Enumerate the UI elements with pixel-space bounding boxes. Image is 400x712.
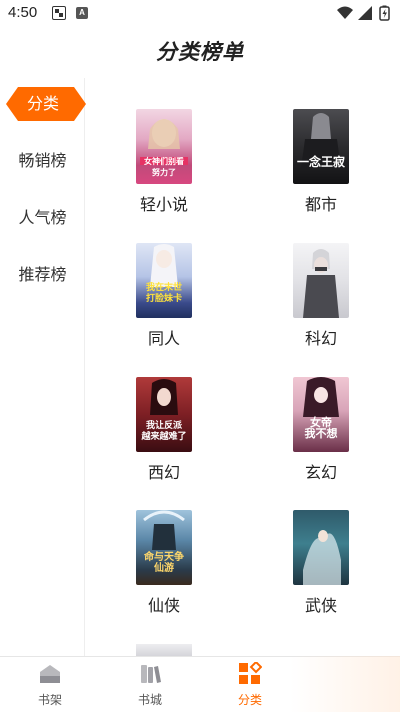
status-bar: 4:50 A: [0, 0, 400, 28]
category-item-urban[interactable]: 一念王寂 都市: [281, 109, 361, 229]
category-item-xuanhuan[interactable]: 女帝 我不想 玄幻: [281, 377, 361, 497]
a-badge-icon: A: [76, 7, 88, 19]
category-item-wuxia[interactable]: 武侠: [281, 510, 361, 630]
category-item-scifi[interactable]: 科幻: [281, 243, 361, 363]
cover-art: [301, 113, 341, 169]
category-item-xianxia[interactable]: 命与天争 仙游 仙侠: [124, 510, 204, 630]
category-item-partial[interactable]: [136, 644, 192, 656]
cover-title: 女神们别看 努力了: [144, 157, 184, 177]
category-cover: 女神们别看 努力了: [136, 109, 192, 184]
category-label: 武侠: [304, 596, 337, 615]
nav-item-bookshelf[interactable]: 书架: [10, 657, 90, 712]
battery-charging-icon: [379, 5, 390, 21]
cover-art: [150, 244, 178, 287]
status-time: 4:50: [8, 4, 38, 21]
category-label: 都市: [304, 195, 337, 214]
cover-art: [303, 249, 339, 318]
sidebar-item-label: 分类: [26, 94, 59, 113]
cover-art: [303, 377, 339, 417]
category-label: 科幻: [304, 329, 337, 348]
sidebar-item-recommended[interactable]: 推荐榜: [0, 258, 85, 292]
sidebar-item-popular[interactable]: 人气榜: [0, 201, 85, 235]
category-cover: 命与天争 仙游: [136, 510, 192, 585]
wifi-icon: [337, 6, 353, 19]
sidebar: 分类 畅销榜 人气榜 推荐榜: [0, 78, 86, 656]
bookshelf-icon: [40, 665, 60, 683]
bottom-nav: 书架 书城 分类: [0, 656, 400, 712]
bookstore-icon: [141, 665, 161, 683]
nav-label: 书城: [137, 693, 162, 707]
category-item-light-novel[interactable]: 女神们别看 努力了 轻小说: [124, 109, 204, 229]
category-label: 轻小说: [139, 195, 188, 214]
sidebar-item-bestseller[interactable]: 畅销榜: [0, 144, 85, 178]
category-label: 仙侠: [147, 596, 180, 615]
category-label: 同人: [147, 329, 180, 348]
category-label: 西幻: [147, 463, 180, 482]
category-item-fanfic[interactable]: 我在末世 打脸妹卡 同人: [124, 243, 204, 363]
category-cover: [136, 644, 192, 656]
nav-item-bookstore[interactable]: 书城: [110, 657, 190, 712]
category-cover: [293, 243, 349, 318]
status-right-icons: [337, 5, 390, 21]
nav-label: 书架: [37, 693, 62, 707]
nav-item-category[interactable]: 分类: [210, 657, 290, 712]
page-title: 分类榜单: [156, 40, 244, 64]
cover-title: 我让反派 越来越难了: [141, 421, 187, 442]
cover-title: 命与天争 仙游: [144, 552, 184, 574]
category-label: 玄幻: [304, 463, 337, 482]
nav-label: 分类: [237, 693, 262, 707]
cover-title: 我在末世 打脸妹卡: [145, 283, 182, 304]
category-grid-icon: [239, 662, 262, 684]
category-cover: 我让反派 越来越难了: [136, 377, 192, 452]
notification-icon: [52, 6, 66, 20]
cover-art: [303, 530, 341, 585]
cover-title: 女帝 我不想: [304, 416, 338, 440]
category-cover: 一念王寂: [293, 109, 349, 184]
category-item-western-fantasy[interactable]: 我让反派 越来越难了 西幻: [124, 377, 204, 497]
category-cover: 女帝 我不想: [293, 377, 349, 452]
category-cover: [293, 510, 349, 585]
category-cover: 我在末世 打脸妹卡: [136, 243, 192, 318]
sidebar-item-category[interactable]: 分类: [2, 87, 86, 121]
signal-icon: [358, 6, 372, 20]
cover-title: 一念王寂: [296, 155, 345, 169]
